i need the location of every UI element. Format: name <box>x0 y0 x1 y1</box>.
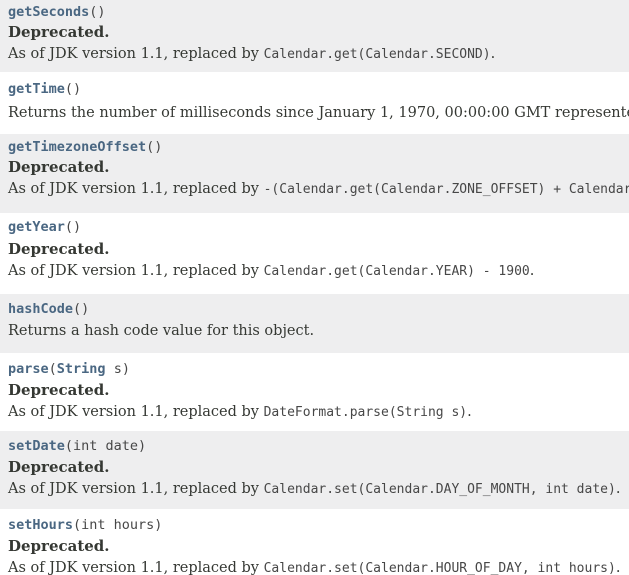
method-row-getYear: getYear() Deprecated. As of JDK version … <box>0 213 629 294</box>
deprecated-label: Deprecated. <box>8 381 110 399</box>
desc-code: Calendar.get(Calendar.YEAR) - 1900 <box>263 264 530 279</box>
method-params: () <box>64 219 82 235</box>
method-link-getTimezoneOffset[interactable]: getTimezoneOffset <box>8 139 146 155</box>
method-link-getYear[interactable]: getYear <box>8 219 65 235</box>
method-description: Returns the number of milliseconds since… <box>8 105 629 121</box>
deprecated-label: Deprecated. <box>8 537 110 555</box>
method-params: () <box>64 81 82 97</box>
desc-code: Calendar.set(Calendar.DAY_OF_MONTH, int … <box>263 482 616 497</box>
method-description: As of JDK version 1.1, replaced by -(Cal… <box>8 178 629 200</box>
desc-code: -(Calendar.get(Calendar.ZONE_OFFSET) + C… <box>263 182 629 197</box>
method-signature: setDate(int date) <box>8 431 629 455</box>
desc-prefix: As of JDK version 1.1, replaced by <box>8 263 264 279</box>
method-link-getSeconds[interactable]: getSeconds <box>8 4 89 20</box>
method-link-setDate[interactable]: setDate <box>8 438 65 454</box>
method-row-parse: parse(String s) Deprecated. As of JDK ve… <box>0 353 629 431</box>
method-description: As of JDK version 1.1, replaced by Calen… <box>8 260 629 282</box>
deprecated-label: Deprecated. <box>8 158 110 176</box>
method-summary-list: getSeconds() Deprecated. As of JDK versi… <box>0 0 629 575</box>
method-signature: getTime() <box>8 72 629 98</box>
method-params-open: ( <box>48 361 57 377</box>
desc-prefix: As of JDK version 1.1, replaced by <box>8 560 264 575</box>
method-signature: parse(String s) <box>8 353 629 378</box>
method-signature: getTimezoneOffset() <box>8 134 629 156</box>
desc-suffix: . <box>490 46 496 62</box>
method-params: () <box>73 301 90 317</box>
type-link-String[interactable]: String <box>57 361 106 377</box>
method-description: As of JDK version 1.1, replaced by Calen… <box>8 43 629 65</box>
desc-code: Calendar.get(Calendar.SECOND) <box>263 47 491 62</box>
method-description: As of JDK version 1.1, replaced by DateF… <box>8 401 629 423</box>
desc-prefix: As of JDK version 1.1, replaced by <box>8 181 264 197</box>
desc-suffix: . <box>615 560 621 575</box>
method-row-hashCode: hashCode() Returns a hash code value for… <box>0 294 629 353</box>
method-description: As of JDK version 1.1, replaced by Calen… <box>8 478 629 500</box>
method-row-setDate: setDate(int date) Deprecated. As of JDK … <box>0 431 629 509</box>
deprecated-label: Deprecated. <box>8 240 110 258</box>
method-row-getTimezoneOffset: getTimezoneOffset() Deprecated. As of JD… <box>0 134 629 213</box>
method-params: () <box>89 4 106 20</box>
desc-code: DateFormat.parse(String s) <box>263 405 468 420</box>
method-link-hashCode[interactable]: hashCode <box>8 301 73 317</box>
method-row-getTime: getTime() Returns the number of millisec… <box>0 72 629 134</box>
method-params: (int date) <box>64 438 147 454</box>
desc-code: Calendar.set(Calendar.HOUR_OF_DAY, int h… <box>263 561 616 575</box>
method-link-parse[interactable]: parse <box>8 361 49 377</box>
method-signature: setHours(int hours) <box>8 509 629 534</box>
method-description: Returns a hash code value for this objec… <box>8 323 315 339</box>
method-params: () <box>146 139 163 155</box>
method-signature: getSeconds() <box>8 0 629 21</box>
method-params: (int hours) <box>73 517 163 533</box>
desc-prefix: As of JDK version 1.1, replaced by <box>8 46 264 62</box>
method-link-setHours[interactable]: setHours <box>8 517 73 533</box>
desc-prefix: As of JDK version 1.1, replaced by <box>8 404 264 420</box>
desc-suffix: . <box>615 481 621 497</box>
method-link-getTime[interactable]: getTime <box>8 81 65 97</box>
desc-suffix: . <box>529 263 535 279</box>
method-row-setHours: setHours(int hours) Deprecated. As of JD… <box>0 509 629 575</box>
method-signature: hashCode() <box>8 294 629 318</box>
method-signature: getYear() <box>8 213 629 236</box>
deprecated-label: Deprecated. <box>8 458 110 476</box>
method-row-getSeconds: getSeconds() Deprecated. As of JDK versi… <box>0 0 629 72</box>
desc-suffix: . <box>467 404 472 420</box>
deprecated-label: Deprecated. <box>8 23 110 41</box>
desc-prefix: As of JDK version 1.1, replaced by <box>8 481 264 497</box>
method-description: As of JDK version 1.1, replaced by Calen… <box>8 557 629 575</box>
method-params-rest: s) <box>105 361 130 377</box>
